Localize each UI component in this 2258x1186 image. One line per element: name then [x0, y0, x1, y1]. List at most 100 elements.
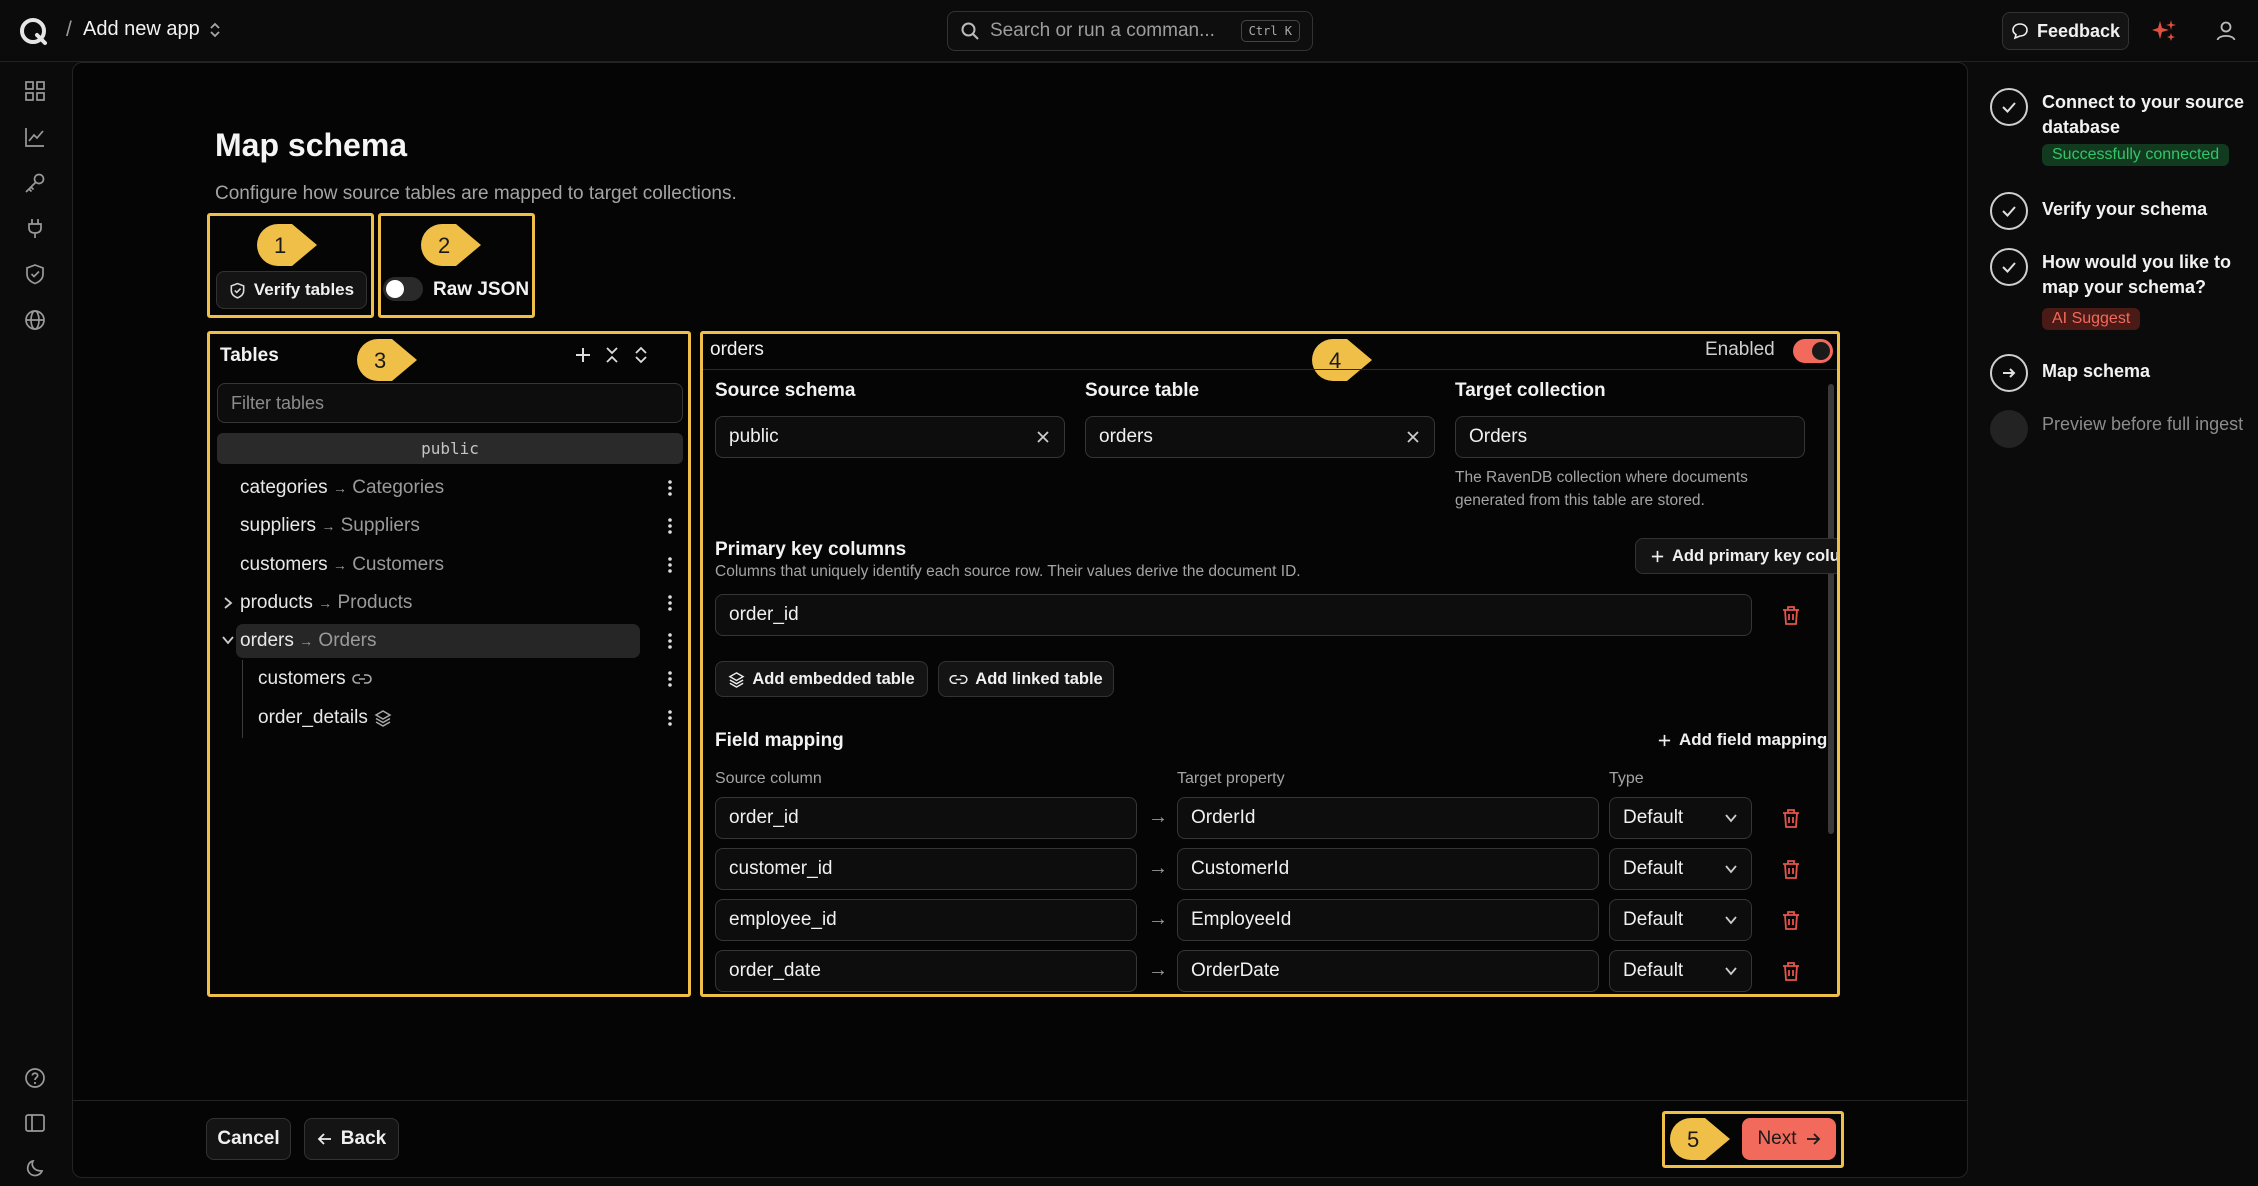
editor-table-name: orders	[710, 339, 764, 360]
source-table-select[interactable]: orders	[1085, 416, 1435, 458]
delete-mapping-icon[interactable]	[1779, 908, 1803, 932]
source-column-value: order_id	[729, 807, 799, 828]
globe-icon[interactable]	[24, 309, 50, 335]
user-icon[interactable]	[2214, 19, 2238, 43]
child-item-order-details[interactable]: order_details	[210, 700, 690, 736]
type-select[interactable]: Default	[1609, 950, 1752, 992]
table-item-customers[interactable]: customers → Customers	[210, 547, 690, 583]
more-vertical-icon[interactable]	[661, 708, 679, 728]
enabled-label: Enabled	[1705, 339, 1775, 360]
type-select[interactable]: Default	[1609, 797, 1752, 839]
schema-group-header[interactable]: public	[217, 433, 683, 464]
expand-all-icon[interactable]	[631, 345, 651, 365]
raw-json-toggle[interactable]	[383, 277, 423, 301]
enabled-toggle[interactable]	[1793, 339, 1833, 363]
clear-icon[interactable]	[1405, 429, 1421, 445]
chevron-down-icon[interactable]	[220, 633, 236, 647]
feedback-button[interactable]: Feedback	[2002, 12, 2129, 50]
source-column-input[interactable]: order_id	[715, 797, 1137, 839]
filter-placeholder: Filter tables	[231, 392, 325, 413]
chat-bubble-icon	[2012, 23, 2028, 40]
target-property-input[interactable]: OrderId	[1177, 797, 1599, 839]
cancel-button[interactable]: Cancel	[206, 1118, 291, 1160]
target-collection-input[interactable]: Orders	[1455, 416, 1805, 458]
command-search[interactable]: Search or run a comman... Ctrl K	[947, 11, 1313, 51]
status-badge: AI Suggest	[2042, 308, 2141, 330]
next-button[interactable]: Next	[1742, 1118, 1836, 1160]
divider	[703, 369, 1837, 370]
clear-icon[interactable]	[1035, 429, 1051, 445]
shield-check-icon[interactable]	[24, 263, 50, 289]
table-item-categories[interactable]: categories → Categories	[210, 470, 690, 506]
source-column-input[interactable]: employee_id	[715, 899, 1137, 941]
column-header-source: Source column	[715, 770, 822, 787]
moon-icon[interactable]	[24, 1158, 50, 1184]
target-property-input[interactable]: CustomerId	[1177, 848, 1599, 890]
more-vertical-icon[interactable]	[661, 555, 679, 575]
mapping-row: order_id → OrderId Default	[703, 796, 1837, 840]
more-vertical-icon[interactable]	[661, 669, 679, 689]
help-icon[interactable]	[24, 1067, 50, 1093]
arrow-right-icon: →	[1148, 857, 1168, 879]
chevron-updown-icon	[210, 22, 220, 37]
type-select[interactable]: Default	[1609, 848, 1752, 890]
add-embedded-table-button[interactable]: Add embedded table	[715, 661, 928, 697]
scrollbar-thumb[interactable]	[1828, 384, 1834, 834]
delete-mapping-icon[interactable]	[1779, 857, 1803, 881]
primary-key-input[interactable]: order_id	[715, 594, 1752, 636]
add-field-mapping-button[interactable]: Add field mapping	[1657, 730, 1827, 750]
search-icon	[961, 22, 979, 40]
add-linked-table-button[interactable]: Add linked table	[938, 661, 1114, 697]
more-vertical-icon[interactable]	[661, 516, 679, 536]
target-property-input[interactable]: OrderDate	[1177, 950, 1599, 992]
step-label: Preview before full ingest	[2042, 414, 2244, 434]
ai-sparkle-icon[interactable]	[2152, 18, 2178, 44]
add-field-mapping-label: Add field mapping	[1679, 730, 1828, 749]
more-vertical-icon[interactable]	[661, 478, 679, 498]
target-property-input[interactable]: EmployeeId	[1177, 899, 1599, 941]
app-title: Add new app	[83, 18, 200, 40]
add-primary-key-button[interactable]: Add primary key column	[1635, 538, 1837, 574]
type-value: Default	[1623, 858, 1684, 879]
key-icon[interactable]	[24, 172, 50, 198]
table-item-products[interactable]: products → Products	[210, 585, 690, 621]
source-column-input[interactable]: order_date	[715, 950, 1137, 992]
delete-primary-key-icon[interactable]	[1779, 603, 1803, 627]
arrow-right-icon: →	[332, 557, 347, 573]
type-select[interactable]: Default	[1609, 899, 1752, 941]
chart-line-icon[interactable]	[24, 126, 50, 152]
more-vertical-icon[interactable]	[661, 593, 679, 613]
back-label: Back	[340, 1128, 387, 1149]
raw-json-label: Raw JSON	[433, 279, 530, 300]
source-schema-label: Source schema	[715, 380, 856, 401]
source-schema-select[interactable]: public	[715, 416, 1065, 458]
source-column-input[interactable]: customer_id	[715, 848, 1137, 890]
check-icon	[1990, 88, 2028, 126]
chevron-down-icon	[1725, 814, 1737, 823]
grid-icon[interactable]	[24, 80, 50, 106]
collapse-all-icon[interactable]	[602, 345, 622, 365]
child-item-customers[interactable]: customers	[210, 661, 690, 697]
more-vertical-icon[interactable]	[661, 631, 679, 651]
sidebar-toggle-icon[interactable]	[24, 1112, 50, 1138]
filter-tables-input[interactable]: Filter tables	[217, 383, 683, 423]
add-table-icon[interactable]	[573, 345, 593, 365]
app-switcher[interactable]: Add new app	[83, 18, 222, 41]
add-embedded-table-label: Add embedded table	[752, 669, 915, 688]
plug-icon[interactable]	[24, 217, 50, 243]
chevron-right-icon[interactable]	[221, 595, 235, 611]
delete-mapping-icon[interactable]	[1779, 806, 1803, 830]
table-item-orders[interactable]: orders → Orders	[210, 623, 690, 659]
app-logo-icon[interactable]	[18, 16, 50, 48]
mapping-row: customer_id → CustomerId Default	[703, 847, 1837, 891]
verify-tables-button[interactable]: Verify tables	[216, 271, 367, 309]
type-value: Default	[1623, 960, 1684, 981]
step-label: Map schema	[2042, 361, 2151, 381]
field-mapping-title: Field mapping	[715, 730, 844, 751]
back-button[interactable]: Back	[304, 1118, 399, 1160]
table-item-suppliers[interactable]: suppliers → Suppliers	[210, 508, 690, 544]
table-target-name: Orders	[318, 630, 377, 651]
add-linked-table-label: Add linked table	[975, 669, 1103, 688]
table-source-name: products	[240, 592, 313, 613]
delete-mapping-icon[interactable]	[1779, 959, 1803, 983]
